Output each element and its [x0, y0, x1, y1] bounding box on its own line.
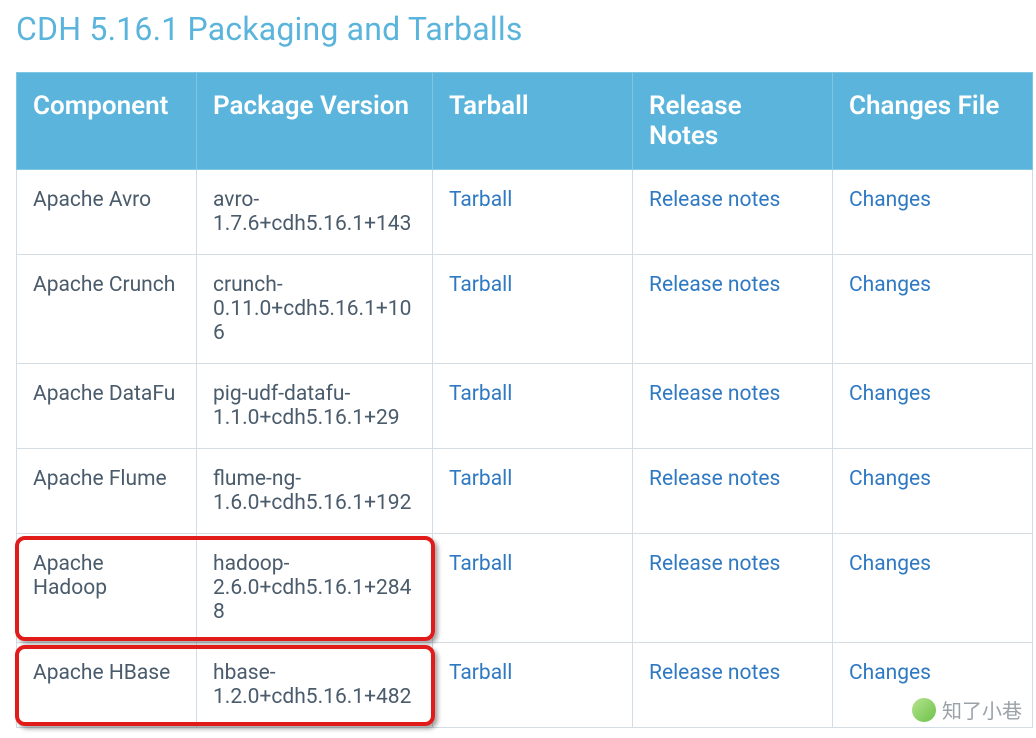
- cell-release-notes: Release notes: [633, 449, 833, 534]
- changes-link[interactable]: Changes: [849, 382, 931, 406]
- cell-package-version: avro-1.7.6+cdh5.16.1+143: [197, 170, 433, 255]
- cell-tarball: Tarball: [433, 643, 633, 728]
- tarball-link[interactable]: Tarball: [449, 382, 512, 406]
- cell-component: Apache Hadoop: [17, 534, 197, 643]
- watermark-text: 知了小巷: [942, 695, 1022, 724]
- watermark: 知了小巷: [912, 695, 1022, 724]
- cell-package-version: crunch-0.11.0+cdh5.16.1+106: [197, 255, 433, 364]
- page-title: CDH 5.16.1 Packaging and Tarballs: [16, 10, 1020, 48]
- table-row: Apache Crunchcrunch-0.11.0+cdh5.16.1+106…: [17, 255, 1033, 364]
- cell-component: Apache Flume: [17, 449, 197, 534]
- packages-table: Component Package Version Tarball Releas…: [16, 72, 1033, 728]
- tarball-link[interactable]: Tarball: [449, 467, 512, 491]
- cell-component: Apache Avro: [17, 170, 197, 255]
- cell-release-notes: Release notes: [633, 534, 833, 643]
- cell-release-notes: Release notes: [633, 643, 833, 728]
- cell-changes: Changes: [833, 364, 1033, 449]
- cell-package-version: hadoop-2.6.0+cdh5.16.1+2848: [197, 534, 433, 643]
- tarball-link[interactable]: Tarball: [449, 273, 512, 297]
- table-row: Apache Flumeflume-ng-1.6.0+cdh5.16.1+192…: [17, 449, 1033, 534]
- changes-link[interactable]: Changes: [849, 552, 931, 576]
- release-notes-link[interactable]: Release notes: [649, 467, 780, 491]
- release-notes-link[interactable]: Release notes: [649, 273, 780, 297]
- table-row: Apache Avroavro-1.7.6+cdh5.16.1+143 Tarba…: [17, 170, 1033, 255]
- cell-release-notes: Release notes: [633, 364, 833, 449]
- header-tarball: Tarball: [433, 73, 633, 170]
- cell-package-version: flume-ng-1.6.0+cdh5.16.1+192: [197, 449, 433, 534]
- table-row: Apache DataFupig-udf-datafu-1.1.0+cdh5.1…: [17, 364, 1033, 449]
- cell-package-version: hbase-1.2.0+cdh5.16.1+482: [197, 643, 433, 728]
- table-header-row: Component Package Version Tarball Releas…: [17, 73, 1033, 170]
- changes-link[interactable]: Changes: [849, 273, 931, 297]
- release-notes-link[interactable]: Release notes: [649, 552, 780, 576]
- cell-release-notes: Release notes: [633, 255, 833, 364]
- cell-tarball: Tarball: [433, 255, 633, 364]
- changes-link[interactable]: Changes: [849, 188, 931, 212]
- changes-link[interactable]: Changes: [849, 467, 931, 491]
- header-changes-file: Changes File: [833, 73, 1033, 170]
- wechat-icon: [912, 698, 936, 722]
- release-notes-link[interactable]: Release notes: [649, 188, 780, 212]
- header-component: Component: [17, 73, 197, 170]
- cell-changes: Changes: [833, 170, 1033, 255]
- cell-tarball: Tarball: [433, 364, 633, 449]
- cell-changes: Changes: [833, 449, 1033, 534]
- table-row: Apache Hadoophadoop-2.6.0+cdh5.16.1+2848…: [17, 534, 1033, 643]
- release-notes-link[interactable]: Release notes: [649, 661, 780, 685]
- cell-tarball: Tarball: [433, 170, 633, 255]
- cell-changes: Changes: [833, 255, 1033, 364]
- cell-tarball: Tarball: [433, 449, 633, 534]
- tarball-link[interactable]: Tarball: [449, 661, 512, 685]
- tarball-link[interactable]: Tarball: [449, 188, 512, 212]
- header-package-version: Package Version: [197, 73, 433, 170]
- cell-tarball: Tarball: [433, 534, 633, 643]
- tarball-link[interactable]: Tarball: [449, 552, 512, 576]
- cell-component: Apache Crunch: [17, 255, 197, 364]
- cell-package-version: pig-udf-datafu-1.1.0+cdh5.16.1+29: [197, 364, 433, 449]
- cell-component: Apache HBase: [17, 643, 197, 728]
- table-row: Apache HBasehbase-1.2.0+cdh5.16.1+482 Tar…: [17, 643, 1033, 728]
- header-release-notes: Release Notes: [633, 73, 833, 170]
- cell-release-notes: Release notes: [633, 170, 833, 255]
- cell-component: Apache DataFu: [17, 364, 197, 449]
- cell-changes: Changes: [833, 534, 1033, 643]
- release-notes-link[interactable]: Release notes: [649, 382, 780, 406]
- changes-link[interactable]: Changes: [849, 661, 931, 685]
